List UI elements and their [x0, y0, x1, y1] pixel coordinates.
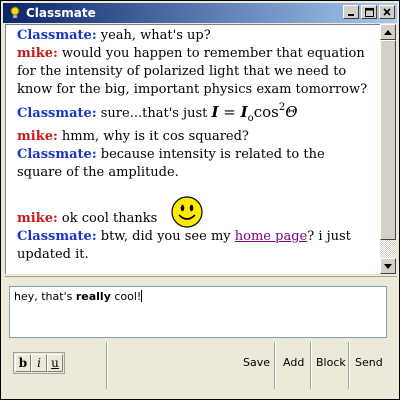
chat-message: Classmate: sure...that's just I = Iocos2… — [17, 99, 370, 128]
pane-splitter[interactable] — [5, 276, 397, 277]
sender-name: mike: — [17, 129, 58, 144]
message-text: would you happen to remember that equati… — [17, 46, 368, 97]
chat-message: mike: hmm, why is it cos squared? — [17, 128, 370, 146]
message-text: sure...that's just — [96, 106, 212, 121]
arrow-up-icon — [384, 29, 392, 35]
format-buttons: b i u — [15, 354, 63, 372]
chat-window: Classmate Classmate: yeah, what's up? mi… — [0, 0, 400, 400]
chat-message: mike: would you happen to remember that … — [17, 45, 370, 99]
underline-button[interactable]: u — [47, 354, 63, 372]
compose-text: hey, that's — [14, 290, 76, 303]
chat-history[interactable]: Classmate: yeah, what's up? mike: would … — [5, 24, 380, 274]
lightbulb-icon — [8, 5, 22, 21]
maximize-icon — [364, 7, 374, 17]
message-text: yeah, what's up? — [96, 28, 211, 43]
toolbar-separator — [349, 342, 350, 389]
chat-message: Classmate: btw, did you see my home page… — [17, 228, 370, 264]
arrow-down-icon — [384, 263, 392, 269]
add-button[interactable]: Add — [283, 356, 304, 369]
window-title: Classmate — [26, 6, 96, 20]
close-icon — [383, 8, 391, 16]
italic-button[interactable]: i — [31, 354, 47, 372]
close-button[interactable] — [379, 5, 395, 19]
sender-name: Classmate: — [17, 28, 97, 43]
sender-name: mike: — [17, 46, 58, 61]
block-button[interactable]: Block — [316, 356, 346, 369]
toolbar-separator — [275, 342, 276, 389]
home-page-link[interactable]: home page — [235, 229, 307, 244]
toolbar-separator — [311, 342, 312, 389]
scroll-thumb[interactable] — [380, 40, 396, 240]
minimize-button[interactable] — [343, 5, 359, 19]
message-text: ok cool thanks — [57, 211, 158, 226]
scroll-down-button[interactable] — [380, 258, 396, 274]
text-caret — [141, 290, 143, 302]
equation: I = Iocos2Θ — [211, 102, 298, 124]
compose-text: cool! — [110, 290, 142, 303]
bold-button[interactable]: b — [15, 354, 31, 372]
maximize-button[interactable] — [361, 5, 377, 19]
window-controls — [341, 5, 395, 19]
bottom-toolbar: b i u Save Add Block Send — [5, 342, 397, 389]
message-text: btw, did you see my — [96, 229, 235, 244]
chat-message: Classmate: because intensity is related … — [17, 146, 370, 182]
compose-bold-text: really — [75, 290, 111, 303]
scroll-up-button[interactable] — [380, 24, 396, 40]
message-input[interactable]: hey, that's really cool! — [9, 286, 387, 338]
sender-name: mike: — [17, 211, 58, 226]
chat-message: Classmate: yeah, what's up? — [17, 27, 370, 45]
save-button[interactable]: Save — [243, 356, 270, 369]
sender-name: Classmate: — [17, 147, 97, 162]
minimize-icon — [348, 14, 354, 16]
chat-message: mike: ok cool thanks — [17, 196, 370, 228]
toolbar-separator — [107, 342, 108, 389]
smiley-icon — [171, 196, 203, 228]
chat-scrollbar[interactable] — [380, 24, 396, 274]
send-button[interactable]: Send — [355, 356, 383, 369]
title-bar[interactable]: Classmate — [3, 3, 397, 23]
sender-name: Classmate: — [17, 229, 97, 244]
sender-name: Classmate: — [17, 106, 97, 121]
message-text: hmm, why is it cos squared? — [57, 129, 249, 144]
